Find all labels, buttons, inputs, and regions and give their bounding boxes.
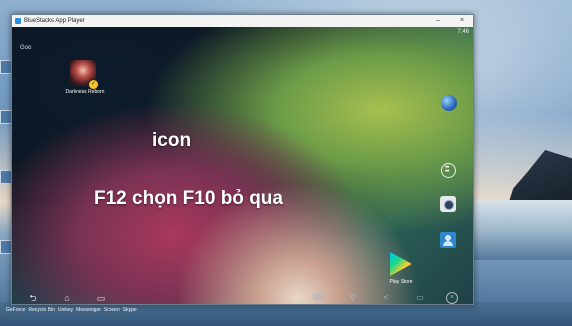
- minimize-button[interactable]: –: [432, 17, 444, 25]
- overlay-text-line1: icon: [152, 130, 192, 151]
- status-time: 7:46: [457, 29, 469, 35]
- contacts-icon[interactable]: [440, 232, 456, 248]
- window-titlebar[interactable]: BlueStacks App Player – ×: [12, 15, 473, 27]
- desktop-icon-label[interactable]: Messenger: [76, 307, 101, 313]
- android-screen: 7:46 Goo ✓ Darkness Reborn icon F12 chọn…: [12, 27, 473, 304]
- bluestacks-window: BlueStacks App Player – × 7:46 Goo ✓ Dar…: [11, 14, 474, 305]
- play-store-icon[interactable]: [390, 252, 412, 276]
- window-title: BlueStacks App Player: [24, 18, 85, 24]
- google-search-label[interactable]: Goo: [20, 45, 31, 51]
- bluestacks-logo-icon: [15, 18, 21, 24]
- wallpaper-beach: [470, 200, 572, 260]
- close-app-icon[interactable]: ×: [446, 292, 458, 304]
- android-navbar: ⮌ ⌂ ▭ ⌨ ⚲ < ▭ ×: [12, 292, 473, 304]
- desktop-icon-label[interactable]: Screen: [104, 307, 120, 313]
- browser-globe-icon[interactable]: [441, 95, 457, 111]
- desktop-icon-row: [0, 302, 572, 326]
- screen-toggle-icon[interactable]: ▭: [413, 292, 427, 304]
- recent-apps-button[interactable]: ▭: [94, 292, 108, 304]
- location-icon[interactable]: ⚲: [347, 292, 359, 304]
- desktop-icon-label[interactable]: Unikey: [58, 307, 73, 313]
- share-icon[interactable]: <: [380, 292, 392, 304]
- play-store-label: Play Store: [389, 279, 413, 285]
- close-button[interactable]: ×: [456, 17, 468, 25]
- desktop-icon-label[interactable]: Recycle Bin: [28, 307, 54, 313]
- back-button[interactable]: ⮌: [26, 292, 40, 304]
- desktop-icon-label[interactable]: Skype: [123, 307, 137, 313]
- desktop-icon-label[interactable]: GeForce: [6, 307, 25, 313]
- app-label: Darkness Reborn: [65, 89, 105, 95]
- app-drawer-icon[interactable]: ••• •••: [441, 163, 456, 178]
- home-button[interactable]: ⌂: [60, 292, 74, 304]
- overlay-text-line2: F12 chọn F10 bỏ qua: [94, 188, 283, 209]
- camera-icon[interactable]: [440, 196, 456, 212]
- desktop-icon-labels: GeForce Recycle Bin Unikey Messenger Scr…: [6, 307, 137, 313]
- keyboard-icon[interactable]: ⌨: [310, 292, 326, 304]
